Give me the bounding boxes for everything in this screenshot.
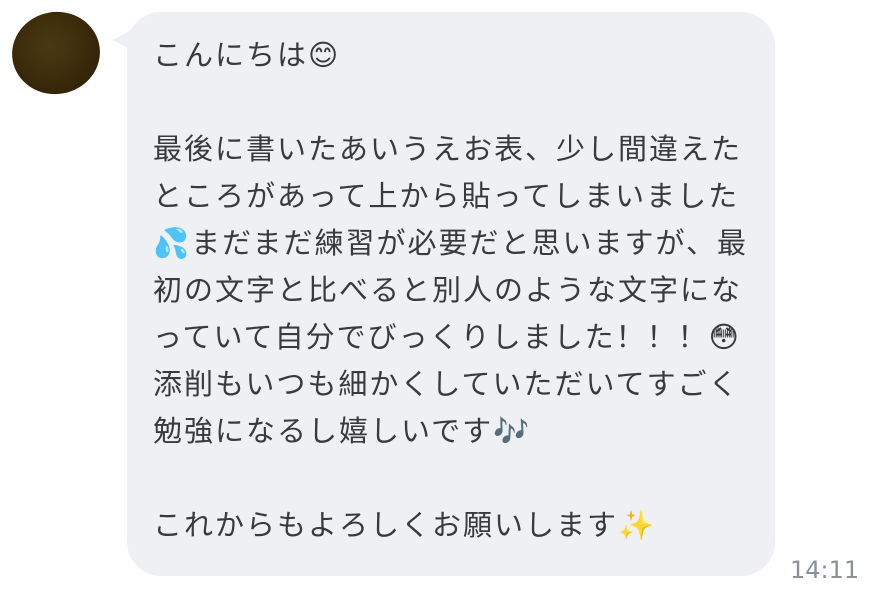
message-text: こんにちは😊 最後に書いたあいうえお表、少し間違えたところがあって上から貼ってし… <box>153 38 748 542</box>
message-bubble[interactable]: こんにちは😊 最後に書いたあいうえお表、少し間違えたところがあって上から貼ってし… <box>127 12 775 576</box>
message-timestamp: 14:11 <box>790 556 860 584</box>
chat-view: こんにちは😊 最後に書いたあいうえお表、少し間違えたところがあって上から貼ってし… <box>0 0 870 603</box>
avatar[interactable] <box>5 4 107 102</box>
